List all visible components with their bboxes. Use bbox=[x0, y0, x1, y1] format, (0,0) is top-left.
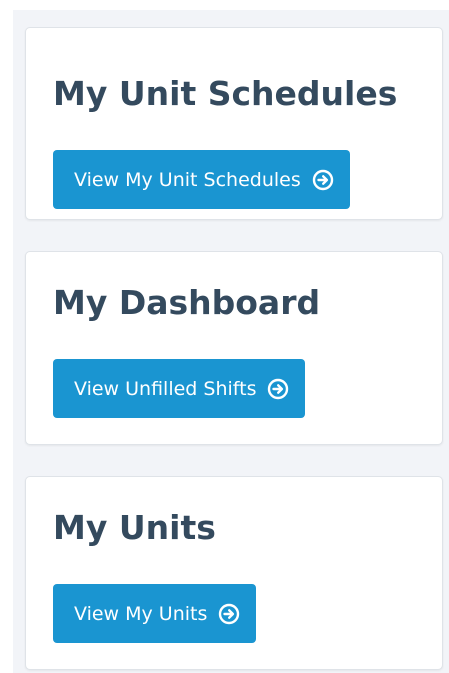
button-label: View My Units bbox=[74, 602, 208, 625]
card-unit-schedules: My Unit Schedules View My Unit Schedules bbox=[25, 27, 443, 220]
arrow-circle-right-icon bbox=[218, 603, 240, 625]
card-title: My Units bbox=[53, 508, 216, 547]
button-label: View My Unit Schedules bbox=[74, 168, 301, 191]
button-label: View Unfilled Shifts bbox=[74, 377, 257, 400]
dashboard-panel: My Unit Schedules View My Unit Schedules… bbox=[13, 10, 449, 673]
view-unfilled-shifts-button[interactable]: View Unfilled Shifts bbox=[53, 359, 306, 418]
card-title: My Dashboard bbox=[53, 283, 321, 322]
arrow-circle-right-icon bbox=[312, 169, 334, 191]
view-my-unit-schedules-button[interactable]: View My Unit Schedules bbox=[53, 150, 350, 209]
view-my-units-button[interactable]: View My Units bbox=[53, 584, 257, 643]
card-units: My Units View My Units bbox=[25, 476, 443, 670]
card-dashboard: My Dashboard View Unfilled Shifts bbox=[25, 251, 443, 445]
card-title: My Unit Schedules bbox=[53, 74, 398, 113]
arrow-circle-right-icon bbox=[267, 378, 289, 400]
